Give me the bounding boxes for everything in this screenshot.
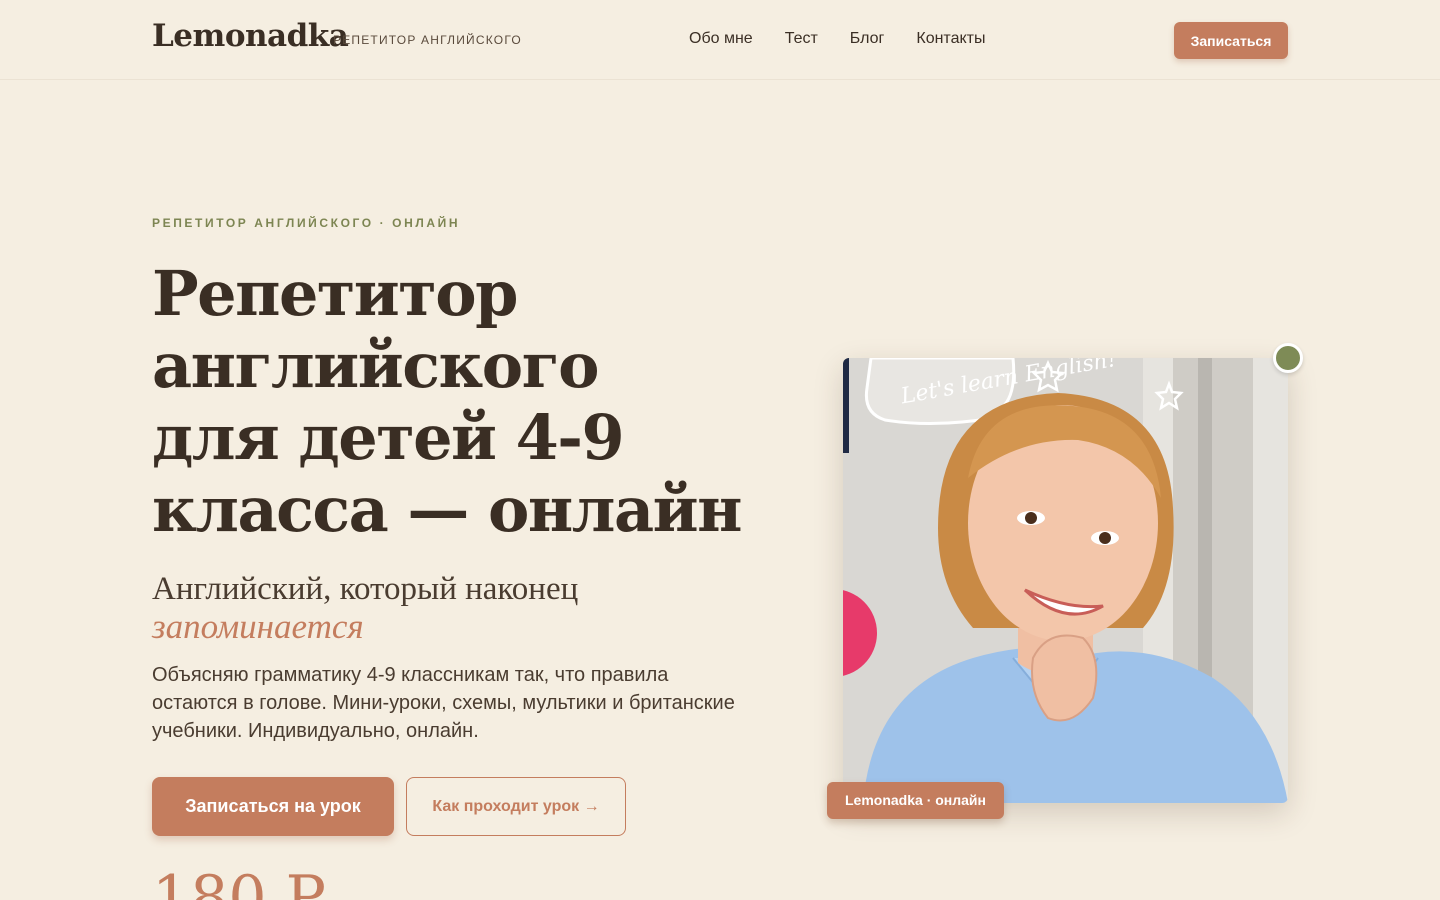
book-lesson-button[interactable]: Записаться на урок	[152, 777, 394, 836]
hero-eyebrow: РЕПЕТИТОР АНГЛИЙСКОГО · ОНЛАЙН	[152, 216, 461, 230]
tutor-photo: Let's learn English!	[843, 358, 1288, 803]
logo-tagline: РЕПЕТИТОР АНГЛИЙСКОГО	[333, 33, 522, 47]
nav-link-test[interactable]: Тест	[785, 30, 818, 48]
tutor-portrait-illustration: Let's learn English!	[843, 358, 1288, 803]
hero-description: Объясняю грамматику 4-9 классникам так, …	[152, 664, 735, 742]
hero-title-line-4: класса — онлайн	[152, 473, 743, 546]
how-lesson-works-button[interactable]: Как проходит урок →	[406, 777, 626, 836]
site-header: Lemonadka РЕПЕТИТОР АНГЛИЙСКОГО Обо мне …	[0, 0, 1440, 80]
site-logo[interactable]: Lemonadka	[152, 18, 349, 54]
main-nav: Обо мне Тест Блог Контакты	[689, 30, 985, 48]
nav-link-blog[interactable]: Блог	[850, 30, 885, 48]
header-signup-button[interactable]: Записаться	[1174, 22, 1288, 59]
next-section-heading-peek: 180 Р	[152, 863, 326, 900]
hero-title-line-3: для детей 4-9	[152, 401, 625, 474]
online-status-dot	[1273, 343, 1303, 373]
hero-title-line-2: английского	[152, 329, 599, 402]
hero-title: Репетитор английского для детей 4-9 клас…	[152, 258, 792, 546]
photo-badge: Lemonadka · онлайн	[827, 782, 1004, 819]
hero-subtitle-accent: запоминается	[152, 607, 364, 646]
nav-link-contacts[interactable]: Контакты	[916, 30, 985, 48]
hero-title-line-1: Репетитор	[152, 257, 518, 330]
nav-link-about[interactable]: Обо мне	[689, 30, 753, 48]
hero-subtitle: Английский, который наконец	[152, 571, 579, 607]
